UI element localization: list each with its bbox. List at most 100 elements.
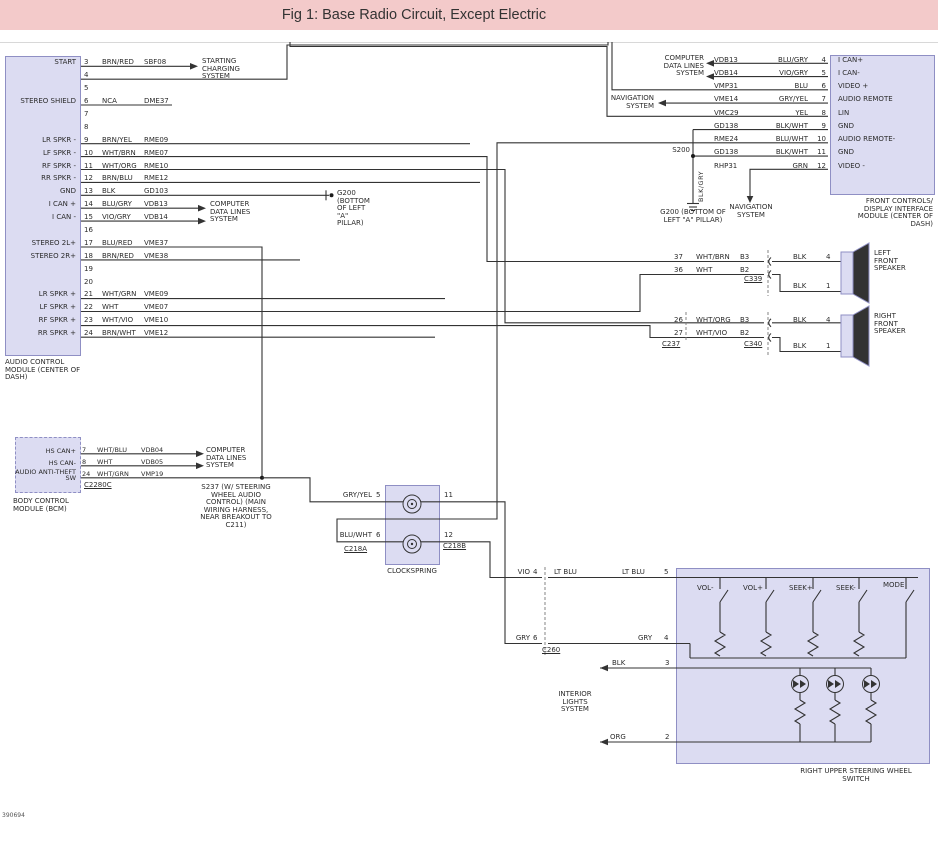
acm-circuit-code: VME10 xyxy=(144,314,184,327)
acm-pin-number: 7 xyxy=(84,108,100,121)
acm-wire-color: BLU/GRY xyxy=(102,198,142,211)
steering-wheel-switch-box xyxy=(676,568,930,764)
acm-pin-row: 7 xyxy=(5,108,260,121)
acm-wire-color: BRN/YEL xyxy=(102,134,142,147)
acm-pin-label: STEREO 2L+ xyxy=(5,237,79,250)
acm-wire-color: BRN/WHT xyxy=(102,327,142,340)
wiring-diagram-page: Fig 1: Base Radio Circuit, Except Electr… xyxy=(0,0,938,852)
acm-pin-number: 12 xyxy=(84,173,100,186)
acm-wire-color: NCA xyxy=(102,95,142,108)
acm-pin-number: 24 xyxy=(84,327,100,340)
acm-pin-number: 8 xyxy=(84,121,100,134)
left-speaker-horn xyxy=(853,243,869,303)
acm-wire-color xyxy=(102,69,142,82)
fcdim-pin-label: I CAN- xyxy=(838,67,933,80)
acm-pin-number: 19 xyxy=(84,263,100,276)
switch-pin-3: 3 xyxy=(665,660,673,668)
right-speaker-horn xyxy=(853,306,869,366)
bcm-circuit-code: VDB04 xyxy=(141,445,177,457)
acm-wire-color xyxy=(102,82,142,95)
fcdim-wire-color: VIO/GRY xyxy=(756,67,808,80)
interior-lights-note: INTERIOR LIGHTS SYSTEM xyxy=(548,691,602,714)
g200-right-note: G200 (BOTTOM OF LEFT "A" PILLAR) xyxy=(660,209,726,224)
fcdim-wire-color: BLK/WHT xyxy=(756,146,808,159)
rs-blk-1: BLK xyxy=(793,343,813,351)
bcm-pin-row: HS CAN+ 7 WHT/BLU VDB04 xyxy=(15,445,210,457)
acm-pin-number: 16 xyxy=(84,224,100,237)
fcdim-wire-color: GRY/YEL xyxy=(756,93,808,106)
acm-pin-label xyxy=(5,121,79,134)
computer-data-lines-note-top: COMPUTER DATA LINES SYSTEM xyxy=(652,55,704,78)
acm-pin-row: STEREO 2R+ 18 BRN/RED VME38 xyxy=(5,250,260,263)
figure-id: 390694 xyxy=(2,812,25,819)
button-vol-minus: VOL- xyxy=(697,585,719,593)
acm-pin-label xyxy=(5,263,79,276)
fcdim-wire-color: BLU xyxy=(756,80,808,93)
acm-pin-label: LR SPKR - xyxy=(5,134,79,147)
arrow-nav-right xyxy=(747,196,754,203)
bcm-pin-number: 7 xyxy=(82,445,96,457)
acm-pin-row: RF SPKR - 11 WHT/ORG RME10 xyxy=(5,160,260,173)
ls-term-4: 4 xyxy=(826,254,836,262)
acm-circuit-code: VME09 xyxy=(144,289,184,302)
clockspring-name: CLOCKSPRING xyxy=(376,568,448,576)
acm-pin-label xyxy=(5,82,79,95)
arrow-interior-org xyxy=(600,739,608,746)
acm-pin-row: LR SPKR + 21 WHT/GRN VME09 xyxy=(5,289,260,302)
cs-pin-5: 5 xyxy=(376,492,384,500)
fcdim-pin-label: VIDEO + xyxy=(838,80,933,93)
acm-module-name: AUDIO CONTROL MODULE (CENTER OF DASH) xyxy=(5,359,85,382)
connector-c237-label: C237 xyxy=(662,341,688,349)
acm-pin-number: 5 xyxy=(84,82,100,95)
connector-c260-label: C260 xyxy=(542,647,568,655)
acm-pin-number: 10 xyxy=(84,147,100,160)
connector-c2280c-label: C2280C xyxy=(84,482,116,490)
acm-wire-color xyxy=(102,108,142,121)
navigation-system-note-right: NAVIGATION SYSTEM xyxy=(722,204,780,219)
wire-label-gry-2: GRY xyxy=(638,635,658,643)
s237-splice-dot xyxy=(260,476,264,480)
bcm-pin-number: 24 xyxy=(82,469,96,481)
fcdim-wire-color: GRN xyxy=(756,159,808,172)
acm-pin-number: 9 xyxy=(84,134,100,147)
acm-wire-color: BLU/RED xyxy=(102,237,142,250)
acm-circuit-code: RME09 xyxy=(144,134,184,147)
acm-pin-label: RR SPKR - xyxy=(5,173,79,186)
bcm-circuit-code: VDB05 xyxy=(141,457,177,469)
fcdim-pin-row: VMP31 BLU 6 VIDEO + xyxy=(650,80,935,93)
right-speaker-name: RIGHT FRONT SPEAKER xyxy=(874,313,912,336)
rs-blk-4: BLK xyxy=(793,317,813,325)
bcm-pin-label: AUDIO ANTI-THEFT SW xyxy=(15,469,79,481)
bcm-pin-rows: HS CAN+ 7 WHT/BLU VDB04 HS CAN- 8 WHT VD… xyxy=(15,445,210,481)
acm-pin-row: 19 xyxy=(5,263,260,276)
wire-label-vio: VIO xyxy=(510,569,530,577)
acm-pin-label: LF SPKR + xyxy=(5,301,79,314)
ls-wire-2: WHT xyxy=(696,267,736,275)
connector-c218a-label: C218A xyxy=(344,546,372,554)
fcdim-wire-color: YEL xyxy=(756,106,808,119)
wire-label-blk: BLK xyxy=(612,660,632,668)
acm-wire-color: WHT xyxy=(102,301,142,314)
fcdim-pin-number: 8 xyxy=(810,106,826,119)
acm-pin-label xyxy=(5,276,79,289)
ls-pin-37: 37 xyxy=(674,254,688,262)
s237-note: S237 (W/ STEERING WHEEL AUDIO CONTROL) (… xyxy=(200,484,272,530)
acm-pin-number: 4 xyxy=(84,69,100,82)
cs-wire-blu-wht: BLU/WHT xyxy=(330,532,372,540)
acm-pin-label: RR SPKR + xyxy=(5,327,79,340)
acm-pin-row: LF SPKR + 22 WHT VME07 xyxy=(5,301,260,314)
bcm-pin-row: AUDIO ANTI-THEFT SW 24 WHT/GRN VMP19 xyxy=(15,469,210,481)
switch-pin-4: 4 xyxy=(664,635,672,643)
rs-wire-2: WHT/VIO xyxy=(696,330,736,338)
acm-circuit-code: RME10 xyxy=(144,160,184,173)
fcdim-pin-row: VMC29 YEL 8 LIN xyxy=(650,106,935,119)
acm-circuit-code xyxy=(144,69,184,82)
g200-left-dot xyxy=(330,193,334,197)
ls-blk-4: BLK xyxy=(793,254,813,262)
fcdim-pin-label: AUDIO REMOTE- xyxy=(838,133,933,146)
fcdim-pin-row: GD138 BLK/WHT 9 GND xyxy=(650,120,935,133)
rs-pin-27: 27 xyxy=(674,330,688,338)
connector-c218b-label: C218B xyxy=(443,543,471,551)
cs-pin-12: 12 xyxy=(444,532,456,540)
acm-wire-color: BRN/RED xyxy=(102,250,142,263)
